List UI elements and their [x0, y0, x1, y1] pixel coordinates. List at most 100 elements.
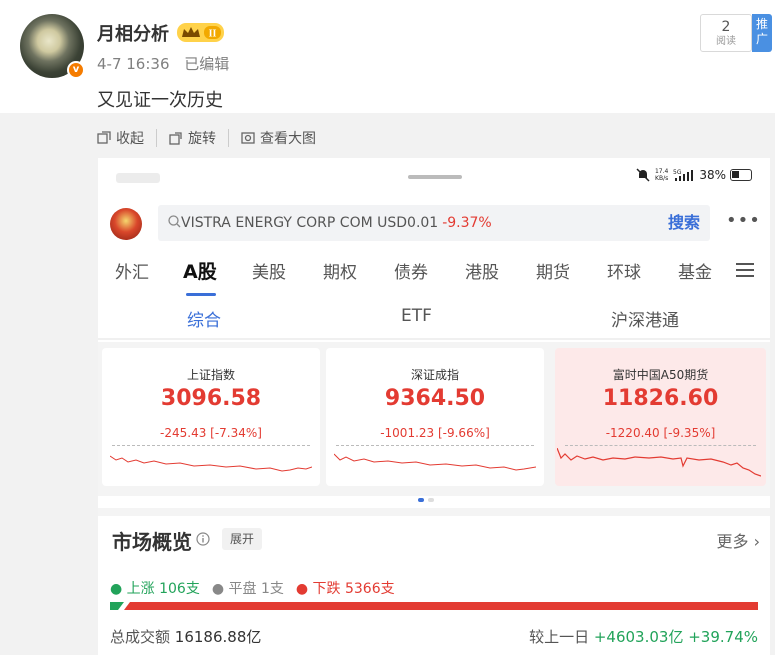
decliners-count: ● 下跌 5366支 — [295, 581, 395, 597]
prev-close-line — [336, 445, 534, 446]
divider — [228, 129, 229, 147]
reads-count: 2 — [721, 19, 731, 35]
collapse-button[interactable]: 收起 — [97, 128, 144, 148]
advance-decline-bar — [110, 602, 758, 610]
collapse-icon — [97, 131, 111, 144]
market-tabs: 外汇 A股 美股 期权 债券 港股 期货 环球 基金 — [98, 258, 770, 298]
post-time: 4-7 16:36 — [97, 55, 170, 73]
more-label: 更多 — [716, 532, 749, 551]
sparkline-chart — [334, 453, 536, 471]
rotate-button[interactable]: 旋转 — [169, 128, 216, 148]
carousel-indicator — [418, 498, 434, 502]
unchanged-count: ● 平盘 1支 — [211, 581, 284, 597]
more-link[interactable]: 更多 › — [716, 528, 760, 552]
subtab-connect[interactable]: 沪深港通 — [611, 306, 679, 331]
edited-label[interactable]: 已编辑 — [184, 55, 229, 73]
promote-button[interactable]: 推广 — [752, 14, 772, 52]
post-meta: 4-7 16:36 已编辑 — [97, 53, 229, 74]
tab-a-shares[interactable]: A股 — [183, 257, 217, 284]
net-speed: 17.4 KB/s — [655, 168, 668, 182]
expand-button[interactable]: 展开 — [222, 528, 263, 550]
rotate-icon — [169, 132, 182, 145]
market-overview-title: 市场概览 — [112, 530, 192, 554]
magnify-icon — [241, 132, 255, 144]
tab-futures[interactable]: 期货 — [536, 258, 570, 283]
menu-icon[interactable] — [736, 262, 754, 278]
info-icon[interactable] — [196, 532, 210, 546]
divider — [98, 508, 770, 516]
index-cards: 上证指数 3096.58 -245.43 [-7.34%] 深证成指 9364.… — [98, 342, 770, 496]
rotate-label: 旋转 — [188, 131, 216, 147]
index-change: -1220.40 [-9.35%] — [605, 426, 716, 440]
view-large-button[interactable]: 查看大图 — [241, 128, 316, 148]
search-text: VISTRA ENERGY CORP COM USD0.01 — [181, 215, 439, 231]
image-toolbar: 收起 旋转 查看大图 — [97, 126, 316, 150]
search-change: -9.37% — [442, 215, 492, 231]
prev-close-line — [112, 445, 310, 446]
index-card-shenzhen[interactable]: 深证成指 9364.50 -1001.23 [-9.66%] — [326, 348, 544, 486]
phone-screenshot[interactable]: 17.4 KB/s 5G 38% VISTRA ENERGY CORP COM U… — [98, 158, 770, 655]
signal-icon: 5G — [673, 169, 694, 181]
sparkline-chart — [557, 448, 761, 477]
post-header: v 月相分析 II 4-7 16:36 已编辑 又见证一次历史 2 阅读 推广 — [0, 0, 775, 113]
verified-badge-icon: v — [67, 61, 85, 79]
vip-badge-icon[interactable]: II — [177, 23, 224, 42]
subtab-overall[interactable]: 综合 — [187, 306, 221, 331]
username[interactable]: 月相分析 — [97, 20, 169, 46]
collapse-label: 收起 — [116, 131, 144, 147]
tab-us-stocks[interactable]: 美股 — [252, 258, 286, 283]
net-speed-value: 17.4 — [654, 168, 669, 175]
advancers-segment — [110, 602, 124, 610]
tab-forex[interactable]: 外汇 — [115, 258, 149, 283]
pull-handle[interactable] — [408, 175, 462, 179]
status-icons: 17.4 KB/s 5G 38% — [636, 168, 752, 182]
turnover-label: 总成交额 — [110, 628, 171, 646]
search-row: VISTRA ENERGY CORP COM USD0.01 -9.37% 搜索 … — [98, 204, 770, 244]
index-value: 9364.50 — [384, 386, 486, 411]
index-name: 深证成指 — [410, 368, 459, 382]
tab-bonds[interactable]: 债券 — [394, 258, 428, 283]
turnover-value: 16186.88亿 — [174, 628, 262, 646]
vs-prev-value: +4603.03亿 +39.74% — [593, 628, 758, 646]
unchanged-label: 平盘 1支 — [228, 581, 284, 597]
more-options-icon[interactable]: ••• — [726, 210, 761, 231]
battery-percent: 38% — [699, 168, 726, 182]
tab-funds[interactable]: 基金 — [678, 258, 712, 283]
advance-decline-counts: ● 上涨 106支 ● 平盘 1支 ● 下跌 5366支 — [110, 578, 395, 598]
prev-close-line — [565, 445, 756, 446]
decliners-segment — [124, 602, 758, 610]
net-speed-unit: KB/s — [655, 175, 669, 182]
index-change: -245.43 [-7.34%] — [160, 426, 262, 440]
divider — [98, 338, 770, 340]
index-card-a50[interactable]: 富时中国A50期货 11826.60 -1220.40 [-9.35%] — [555, 348, 766, 486]
vs-prev-label: 较上一日 — [529, 628, 590, 646]
search-button[interactable]: 搜索 — [668, 205, 700, 241]
index-card-shanghai[interactable]: 上证指数 3096.58 -245.43 [-7.34%] — [102, 348, 320, 486]
active-tab-indicator — [186, 293, 216, 296]
carousel-dot[interactable] — [428, 498, 434, 502]
index-name: 上证指数 — [186, 368, 235, 382]
mute-icon — [636, 168, 650, 182]
chevron-right-icon: › — [753, 532, 760, 551]
tab-global[interactable]: 环球 — [607, 258, 641, 283]
blurred-carrier — [116, 173, 160, 183]
status-bar: 17.4 KB/s 5G 38% — [98, 158, 770, 196]
view-large-label: 查看大图 — [260, 131, 316, 147]
search-icon — [168, 215, 181, 228]
subtab-etf[interactable]: ETF — [401, 306, 432, 326]
post-text: 又见证一次历史 — [97, 90, 223, 111]
reads-label: 阅读 — [716, 36, 736, 47]
tab-options[interactable]: 期权 — [323, 258, 357, 283]
vip-level: II — [209, 29, 217, 40]
index-value: 3096.58 — [160, 386, 262, 411]
carousel-dot[interactable] — [418, 498, 424, 502]
sparkline-chart — [110, 455, 312, 472]
index-change: -1001.23 [-9.66%] — [380, 426, 490, 440]
advancers-label: 上涨 106支 — [126, 581, 200, 597]
advancers-count: ● 上涨 106支 — [110, 581, 200, 597]
tab-hk-stocks[interactable]: 港股 — [465, 258, 499, 283]
turnover-change: 较上一日 +4603.03亿 +39.74% — [529, 626, 758, 647]
divider — [156, 129, 157, 147]
app-logo-icon[interactable] — [110, 208, 142, 240]
search-input[interactable]: VISTRA ENERGY CORP COM USD0.01 -9.37% 搜索 — [158, 205, 710, 241]
